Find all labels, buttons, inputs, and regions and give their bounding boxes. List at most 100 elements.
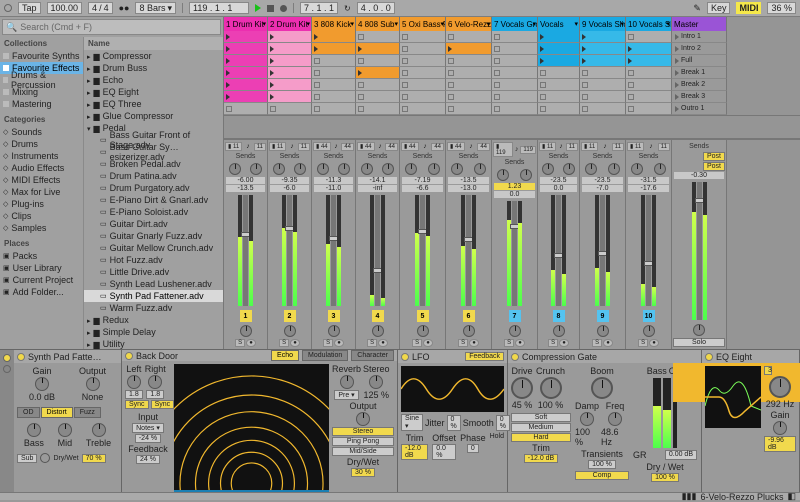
pan-knob[interactable]: [240, 325, 252, 337]
pan-knob[interactable]: [328, 325, 340, 337]
echo-right[interactable]: Right1.8: [145, 364, 166, 399]
clip-slot[interactable]: [492, 55, 538, 67]
clip-slot[interactable]: [224, 79, 268, 91]
clip-slot[interactable]: [580, 91, 626, 103]
stop-button[interactable]: [267, 5, 274, 12]
comp-damp[interactable]: Damp100 %: [575, 401, 599, 447]
tab-distort[interactable]: Distort: [41, 407, 73, 418]
clip-slot[interactable]: [224, 67, 268, 79]
pan-knob[interactable]: [372, 325, 384, 337]
track-activator[interactable]: 8: [553, 310, 565, 322]
echo-tunnel-display[interactable]: [174, 364, 329, 490]
preset-file[interactable]: ▭E-Piano Soloist.adv: [84, 206, 223, 218]
track-header[interactable]: 3 808 Kick▾: [312, 17, 356, 31]
clip-slot[interactable]: [400, 79, 446, 91]
track-header[interactable]: 6 Velo-Rezzo P▾: [446, 17, 492, 31]
folder-item[interactable]: ▆Utility: [84, 338, 223, 349]
io-indicator[interactable]: 44: [385, 143, 398, 151]
pan-knob[interactable]: [417, 325, 429, 337]
clip-slot[interactable]: [400, 55, 446, 67]
tab-echo[interactable]: Echo: [271, 350, 299, 361]
clip-slot[interactable]: [580, 67, 626, 79]
clip-slot[interactable]: [580, 43, 626, 55]
clip-slot[interactable]: [268, 79, 312, 91]
pan-knob[interactable]: [509, 325, 521, 337]
folder-item[interactable]: ▆EQ Eight: [84, 86, 223, 98]
clip-slot[interactable]: [446, 31, 492, 43]
peak-readout[interactable]: -9.35: [270, 177, 309, 184]
track-activator[interactable]: 7: [509, 310, 521, 322]
eq-freq[interactable]: 292 Hz: [764, 376, 796, 409]
comp-freq[interactable]: Freq48.6 Hz: [601, 401, 629, 447]
category-item[interactable]: ◇Drums: [0, 138, 83, 150]
solo-button[interactable]: S: [412, 339, 422, 347]
monitor-icon[interactable]: ♪: [515, 146, 519, 153]
folder-item[interactable]: ▆Simple Delay: [84, 326, 223, 338]
clip-slot[interactable]: [268, 67, 312, 79]
clip-slot[interactable]: [626, 91, 672, 103]
monitor-icon[interactable]: ♪: [469, 143, 473, 150]
send-knob-b[interactable]: [250, 163, 262, 175]
power-icon[interactable]: [17, 353, 25, 361]
preset-file[interactable]: ▭Synth Lead Lushener.adv: [84, 278, 223, 290]
preset-file[interactable]: ▭Guitar Mellow Crunch.adv: [84, 242, 223, 254]
arrangement-position[interactable]: 119 . 1 . 1: [189, 2, 249, 14]
clip-slot[interactable]: [268, 31, 312, 43]
clip-slot[interactable]: [626, 43, 672, 55]
clip-slot[interactable]: [356, 79, 400, 91]
clip-slot[interactable]: [268, 43, 312, 55]
volume-fader[interactable]: [225, 193, 266, 308]
echo-midside[interactable]: Mid/Side: [332, 447, 394, 456]
preset-file[interactable]: ▭Guitar Gnarly Fuzz.adv: [84, 230, 223, 242]
category-item[interactable]: ◇Instruments: [0, 150, 83, 162]
pedal-sub[interactable]: Sub: [17, 454, 37, 463]
clip-slot[interactable]: [356, 31, 400, 43]
eq-spectrum[interactable]: [705, 366, 761, 428]
pan-knob[interactable]: [284, 325, 296, 337]
loop-start[interactable]: 7 . 1 . 1: [300, 2, 338, 14]
clip-slot[interactable]: [538, 91, 580, 103]
clip-slot[interactable]: [538, 43, 580, 55]
expand-icon[interactable]: ◧: [787, 491, 796, 502]
send-knob-b[interactable]: [474, 163, 486, 175]
solo-button[interactable]: S: [323, 339, 333, 347]
monitor-icon[interactable]: ♪: [423, 143, 427, 150]
loop-switch[interactable]: ↻: [344, 4, 351, 13]
io-indicator[interactable]: ▮ 44: [313, 142, 331, 151]
pedal-output[interactable]: OutputNone: [79, 366, 106, 402]
key-map-button[interactable]: Key: [707, 2, 731, 14]
category-item[interactable]: ◇Samples: [0, 222, 83, 234]
scene-launch[interactable]: Full: [672, 55, 727, 67]
place-item[interactable]: ▣Current Project: [0, 274, 83, 286]
peak-readout[interactable]: -6.00: [226, 177, 265, 184]
preset-file[interactable]: ▭Guitar Dirt.adv: [84, 218, 223, 230]
peak-readout[interactable]: -14.1: [358, 177, 397, 184]
echo-sync-r[interactable]: Sync: [151, 400, 175, 409]
power-icon[interactable]: [125, 352, 133, 360]
send-knob-b[interactable]: [563, 163, 575, 175]
record-arm[interactable]: ●: [559, 339, 569, 347]
lfo-feedback-dest[interactable]: Feedback: [465, 352, 504, 361]
comp-out-gain[interactable]: 0.00 dB: [665, 450, 697, 460]
send-knob-b[interactable]: [294, 163, 306, 175]
scene-launch[interactable]: Break 3: [672, 91, 727, 103]
tab-od[interactable]: OD: [17, 407, 40, 418]
send-knob-a[interactable]: [585, 163, 597, 175]
master-track-header[interactable]: Master: [672, 17, 727, 31]
track-activator[interactable]: 1: [240, 310, 252, 322]
record-arm[interactable]: ●: [246, 339, 256, 347]
vol-readout[interactable]: 0.0: [540, 185, 577, 192]
track-header[interactable]: 2 Drum Kit▾: [268, 17, 312, 31]
clip-slot[interactable]: [312, 43, 356, 55]
record-arm[interactable]: ●: [649, 339, 659, 347]
send-knob-a[interactable]: [497, 169, 509, 181]
record-arm[interactable]: ●: [423, 339, 433, 347]
io-indicator[interactable]: 44: [341, 143, 354, 151]
track-activator[interactable]: 10: [643, 310, 655, 322]
solo-button[interactable]: S: [458, 339, 468, 347]
scene-launch[interactable]: Outro 1: [672, 103, 727, 115]
time-signature[interactable]: 4/ 4: [88, 2, 113, 14]
tab-fuzz[interactable]: Fuzz: [74, 407, 101, 418]
io-indicator[interactable]: ▮ 44: [447, 142, 465, 151]
vol-readout[interactable]: -6.0: [270, 185, 309, 192]
